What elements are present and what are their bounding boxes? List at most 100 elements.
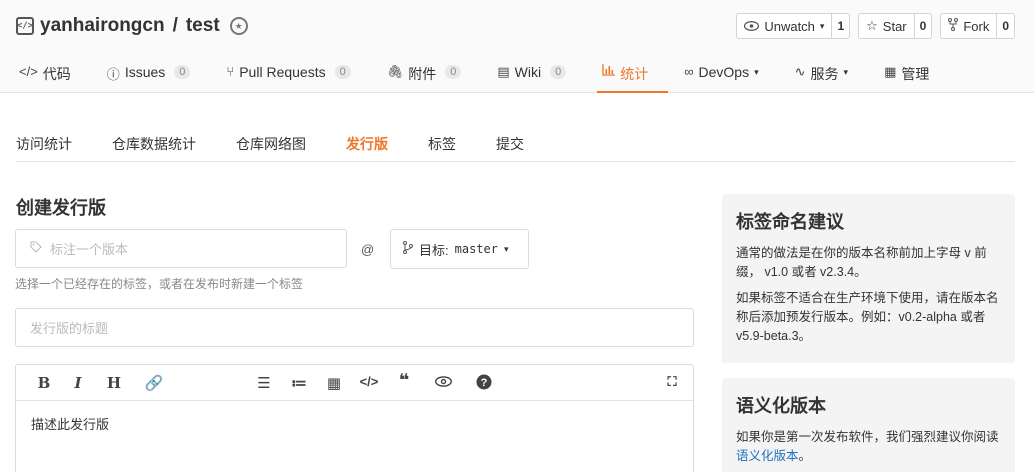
tab-label: Issues <box>124 64 166 80</box>
subtab-repo-data[interactable]: 仓库数据统计 <box>112 126 196 161</box>
repo-title: </> yanhairongcn / test ★ <box>16 13 248 39</box>
card-paragraph: 如果标签不适合在生产环境下使用，请在版本名称后添加预发行版本。例如：v0.2-a… <box>736 291 999 343</box>
tab-label: Pull Requests <box>239 64 326 80</box>
watch-count[interactable]: 1 <box>831 14 849 38</box>
heading-icon[interactable]: H <box>104 374 124 392</box>
tab-issues[interactable]: ⓘ Issues 0 <box>107 56 191 93</box>
stats-subtabs: 访问统计 仓库数据统计 仓库网络图 发行版 标签 提交 <box>16 126 1015 162</box>
chevron-down-icon: ▾ <box>843 67 849 77</box>
target-label: 目标: <box>419 242 449 258</box>
issues-icon: ⓘ <box>106 67 120 82</box>
description-textarea[interactable]: 描述此发行版 <box>16 401 693 446</box>
at-symbol: @ <box>361 242 375 257</box>
subtab-releases[interactable]: 发行版 <box>346 126 388 161</box>
tab-count: 0 <box>445 65 462 79</box>
numbered-list-icon[interactable]: ≔ <box>289 374 309 392</box>
subtab-network[interactable]: 仓库网络图 <box>236 126 306 161</box>
tab-count: 0 <box>174 65 191 79</box>
subtab-tags[interactable]: 标签 <box>428 126 456 161</box>
tab-label: DevOps <box>698 64 750 80</box>
repo-owner-link[interactable]: yanhairongcn <box>40 15 165 37</box>
fork-icon <box>948 18 959 34</box>
repo-tabs: </> 代码 ⓘ Issues 0 ⑂ Pull Requests 0 🖇 附件… <box>19 56 965 93</box>
star-label: Star <box>882 18 907 34</box>
tab-label: 服务 <box>810 66 839 82</box>
star-icon: ☆ <box>866 18 878 33</box>
card-title: 语义化版本 <box>736 396 826 416</box>
tab-label: Wiki <box>514 64 542 80</box>
code-icon[interactable]: </> <box>359 374 379 389</box>
target-branch-select[interactable]: 目标: master ▾ <box>390 229 529 269</box>
repo-name-link[interactable]: test <box>186 15 220 37</box>
tab-label: 附件 <box>408 66 437 82</box>
editor-toolbar: B I H 🔗 ☰ ≔ ▦ </> ❝ ? ⛶ <box>16 365 693 401</box>
wiki-icon: ▤ <box>497 64 510 79</box>
link-icon[interactable]: 🔗 <box>144 374 164 392</box>
branch-icon <box>403 241 413 257</box>
tab-pull-requests[interactable]: ⑂ Pull Requests 0 <box>226 56 351 93</box>
tab-manage[interactable]: ▦ 管理 <box>884 56 929 93</box>
page-title: 创建发行版 <box>16 198 106 218</box>
service-icon: ∿ <box>794 64 806 79</box>
stats-icon <box>602 64 616 79</box>
tab-services[interactable]: ∿ 服务 ▾ <box>795 56 848 93</box>
subtab-commits[interactable]: 提交 <box>496 126 524 161</box>
chevron-down-icon: ▾ <box>503 243 509 254</box>
chevron-down-icon: ▾ <box>754 67 759 77</box>
tab-label: 代码 <box>42 66 71 82</box>
help-icon[interactable]: ? <box>474 374 494 394</box>
fork-label: Fork <box>963 18 990 34</box>
pull-request-icon: ⑂ <box>226 64 235 79</box>
table-icon[interactable]: ▦ <box>324 374 344 392</box>
eye-icon <box>744 19 760 34</box>
italic-icon[interactable]: I <box>68 374 88 392</box>
tag-icon <box>30 241 42 256</box>
devops-icon: ∞ <box>684 64 694 79</box>
tag-naming-card: 标签命名建议 通常的做法是在你的版本名称前加上字母 v 前缀， v1.0 或者 … <box>722 194 1015 363</box>
semver-link[interactable]: 语义化版本 <box>736 449 799 463</box>
repo-actions: Unwatch ▾ 1 ☆ Star 0 Fork 0 <box>736 13 1015 39</box>
bold-icon[interactable]: B <box>34 374 54 392</box>
card-title: 标签命名建议 <box>736 212 844 232</box>
fullscreen-icon[interactable]: ⛶ <box>662 374 682 390</box>
tab-stats[interactable]: 统计 <box>597 56 669 93</box>
subtab-visits[interactable]: 访问统计 <box>16 126 72 161</box>
tab-attachments[interactable]: 🖇 附件 0 <box>387 56 462 93</box>
tab-code[interactable]: </> 代码 <box>19 56 71 93</box>
tag-input[interactable]: 标注一个版本 <box>15 229 347 268</box>
star-count[interactable]: 0 <box>913 14 932 38</box>
tab-devops[interactable]: ∞ DevOps ▾ <box>684 56 758 93</box>
tab-count: 0 <box>550 65 567 79</box>
quote-icon[interactable]: ❝ <box>394 370 414 391</box>
chevron-down-icon: ▾ <box>819 20 825 31</box>
star-button[interactable]: ☆ Star 0 <box>858 13 933 39</box>
fork-count[interactable]: 0 <box>996 14 1014 38</box>
repo-header: </> yanhairongcn / test ★ Unwatch ▾ 1 ☆ … <box>0 0 1034 93</box>
tab-wiki[interactable]: ▤ Wiki 0 <box>497 56 567 93</box>
target-value: master <box>454 242 498 256</box>
code-icon: </> <box>19 64 38 79</box>
unwatch-label: Unwatch <box>764 18 815 34</box>
tab-label: 管理 <box>901 66 930 82</box>
svg-text:?: ? <box>481 377 488 389</box>
manage-icon: ▦ <box>884 64 897 79</box>
card-text: 如果你是第一次发布软件，我们强烈建议你阅读 <box>736 430 999 444</box>
preview-eye-icon[interactable] <box>433 374 453 391</box>
tag-hint: 选择一个已经存在的标签，或者在发布时新建一个标签 <box>15 277 304 291</box>
attachment-icon: 🖇 <box>386 64 404 79</box>
tab-label: 统计 <box>620 66 649 82</box>
tag-placeholder: 标注一个版本 <box>50 242 129 257</box>
release-title-input[interactable]: 发行版的标题 <box>15 308 694 347</box>
card-paragraph: 通常的做法是在你的版本名称前加上字母 v 前缀， v1.0 或者 v2.3.4。 <box>736 246 987 279</box>
unwatch-button[interactable]: Unwatch ▾ 1 <box>736 13 851 39</box>
fork-button[interactable]: Fork 0 <box>940 13 1015 39</box>
repo-separator: / <box>172 15 178 36</box>
verified-badge-icon: ★ <box>229 17 248 35</box>
markdown-editor: B I H 🔗 ☰ ≔ ▦ </> ❝ ? ⛶ 描述此发行版 <box>15 364 694 472</box>
tab-count: 0 <box>334 65 351 79</box>
repo-code-icon: </> <box>16 17 34 35</box>
card-paragraph: 如果你是第一次发布软件，我们强烈建议你阅读 语义化版本。 <box>736 428 1001 466</box>
semver-card: 语义化版本 如果你是第一次发布软件，我们强烈建议你阅读 语义化版本。 <box>722 378 1015 472</box>
card-text-end: 。 <box>798 449 812 463</box>
bullet-list-icon[interactable]: ☰ <box>254 374 274 392</box>
